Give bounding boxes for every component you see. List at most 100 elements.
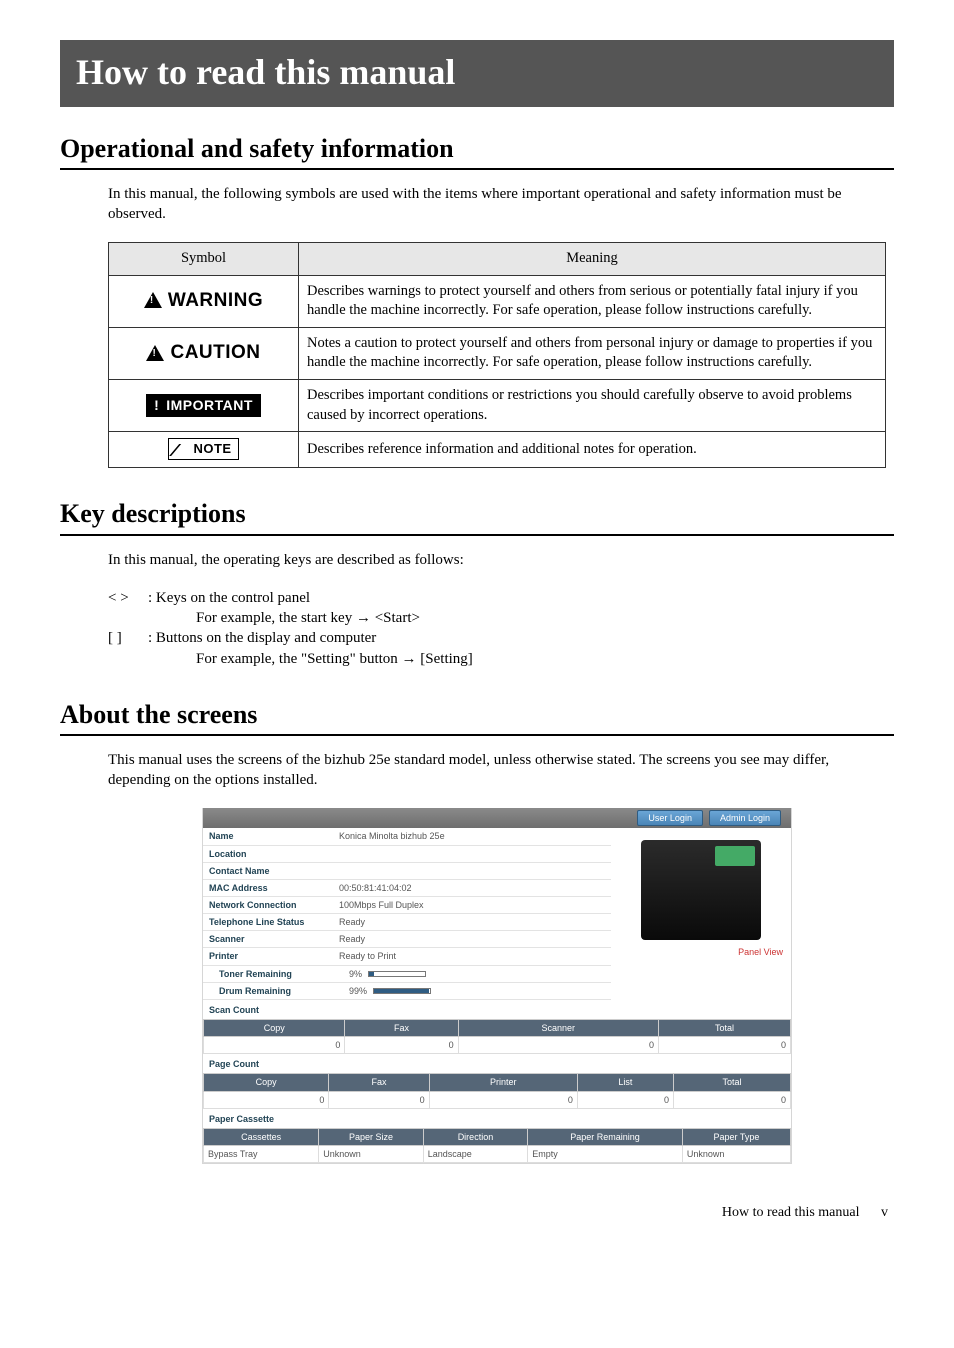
paper-cassette-table: Cassettes Paper Size Direction Paper Rem… [203,1128,791,1163]
paper-cassette-label: Paper Cassette [203,1109,791,1127]
table-row: NOTE Describes reference information and… [109,432,886,468]
key-item-bracket: [ ] : Buttons on the display and compute… [108,628,894,648]
name-value: Konica Minolta bizhub 25e [339,830,445,842]
mac-label: MAC Address [209,882,339,894]
pc-h-printer: Printer [429,1074,577,1091]
screens-intro: This manual uses the screens of the bizh… [108,750,886,791]
pp-v-type: Unknown [682,1145,790,1162]
sc-h-scanner: Scanner [458,1019,658,1036]
key-sym-angle: < > [108,588,148,608]
pc-v-list: 0 [577,1091,673,1108]
toner-value: 9% [349,968,362,980]
note-symbol: NOTE [168,438,238,460]
toner-bar [368,971,426,977]
pp-h-type: Paper Type [682,1128,790,1145]
drum-label: Drum Remaining [219,985,349,997]
pp-h-size: Paper Size [319,1128,423,1145]
page-count-label: Page Count [203,1054,791,1072]
warning-symbol: WARNING [144,288,263,314]
mac-value: 00:50:81:41:04:02 [339,882,412,894]
pc-h-total: Total [673,1074,790,1091]
caution-symbol: CAUTION [146,340,260,366]
keys-intro: In this manual, the operating keys are d… [108,550,886,570]
operational-intro: In this manual, the following symbols ar… [108,184,886,225]
pc-v-total: 0 [673,1091,790,1108]
pc-v-printer: 0 [429,1091,577,1108]
footer-text: How to read this manual [722,1205,860,1220]
sc-v-scanner: 0 [458,1037,658,1054]
scanner-value: Ready [339,933,365,945]
network-label: Network Connection [209,899,339,911]
sc-h-copy: Copy [204,1019,345,1036]
pc-h-list: List [577,1074,673,1091]
sc-v-total: 0 [658,1037,790,1054]
table-row: WARNING Describes warnings to protect yo… [109,275,886,327]
document-title-band: How to read this manual [60,40,894,107]
note-meaning: Describes reference information and addi… [299,432,886,468]
panel-view-link[interactable]: Panel View [738,946,783,958]
network-value: 100Mbps Full Duplex [339,899,424,911]
page-footer: How to read this manual v [60,1204,894,1223]
col-meaning: Meaning [299,243,886,276]
exclaim-icon: ! [154,396,159,415]
key-example-angle: For example, the start key → <Start> [196,608,894,628]
drum-value: 99% [349,985,367,997]
table-row: ! IMPORTANT Describes important conditio… [109,380,886,432]
key-example-bracket: For example, the "Setting" button → [Set… [196,649,894,669]
key-sym-bracket: [ ] [108,628,148,648]
pp-v-remaining: Empty [528,1145,683,1162]
drum-bar [373,988,431,994]
pp-h-cassettes: Cassettes [204,1128,319,1145]
warning-label: WARNING [168,288,263,314]
caution-label: CAUTION [170,340,260,366]
key-desc-angle: : Keys on the control panel [148,588,310,608]
embedded-screenshot: User Login Admin Login NameKonica Minolt… [202,808,792,1164]
printer-value: Ready to Print [339,950,396,962]
document-title: How to read this manual [76,48,878,97]
col-symbol: Symbol [109,243,299,276]
pp-v-size: Unknown [319,1145,423,1162]
pc-h-copy: Copy [204,1074,329,1091]
important-symbol: ! IMPORTANT [146,394,261,417]
sc-h-fax: Fax [345,1019,458,1036]
warning-triangle-icon [144,292,162,308]
user-login-button[interactable]: User Login [637,810,703,826]
heading-screens: About the screens [60,697,894,736]
contact-label: Contact Name [209,865,339,877]
heading-operational: Operational and safety information [60,131,894,170]
heading-keys: Key descriptions [60,496,894,535]
key-item-angle: < > : Keys on the control panel [108,588,894,608]
device-image-panel: Panel View [611,828,791,999]
pp-h-direction: Direction [423,1128,527,1145]
key-desc-bracket: : Buttons on the display and computer [148,628,376,648]
important-meaning: Describes important conditions or restri… [299,380,886,432]
pencil-icon [170,444,192,456]
pc-v-fax: 0 [329,1091,429,1108]
sc-v-copy: 0 [204,1037,345,1054]
warning-meaning: Describes warnings to protect yourself a… [299,275,886,327]
page-number: v [881,1205,888,1220]
scan-count-table: Copy Fax Scanner Total 0 0 0 0 [203,1019,791,1054]
scanner-label: Scanner [209,933,339,945]
telephone-value: Ready [339,916,365,928]
note-label: NOTE [193,440,231,458]
device-info-panel: NameKonica Minolta bizhub 25e Location C… [203,828,611,999]
screenshot-topbar: User Login Admin Login [203,808,791,828]
toner-label: Toner Remaining [219,968,349,980]
location-label: Location [209,848,339,860]
page-count-table: Copy Fax Printer List Total 0 0 0 0 0 [203,1073,791,1108]
pp-h-remaining: Paper Remaining [528,1128,683,1145]
printer-image [641,840,761,940]
sc-v-fax: 0 [345,1037,458,1054]
table-row: CAUTION Notes a caution to protect yours… [109,327,886,379]
sc-h-total: Total [658,1019,790,1036]
telephone-label: Telephone Line Status [209,916,339,928]
caution-triangle-icon [146,345,164,361]
pp-v-cassettes: Bypass Tray [204,1145,319,1162]
name-label: Name [209,830,339,842]
pc-v-copy: 0 [204,1091,329,1108]
important-label: IMPORTANT [166,396,253,415]
caution-meaning: Notes a caution to protect yourself and … [299,327,886,379]
pp-v-direction: Landscape [423,1145,527,1162]
admin-login-button[interactable]: Admin Login [709,810,781,826]
